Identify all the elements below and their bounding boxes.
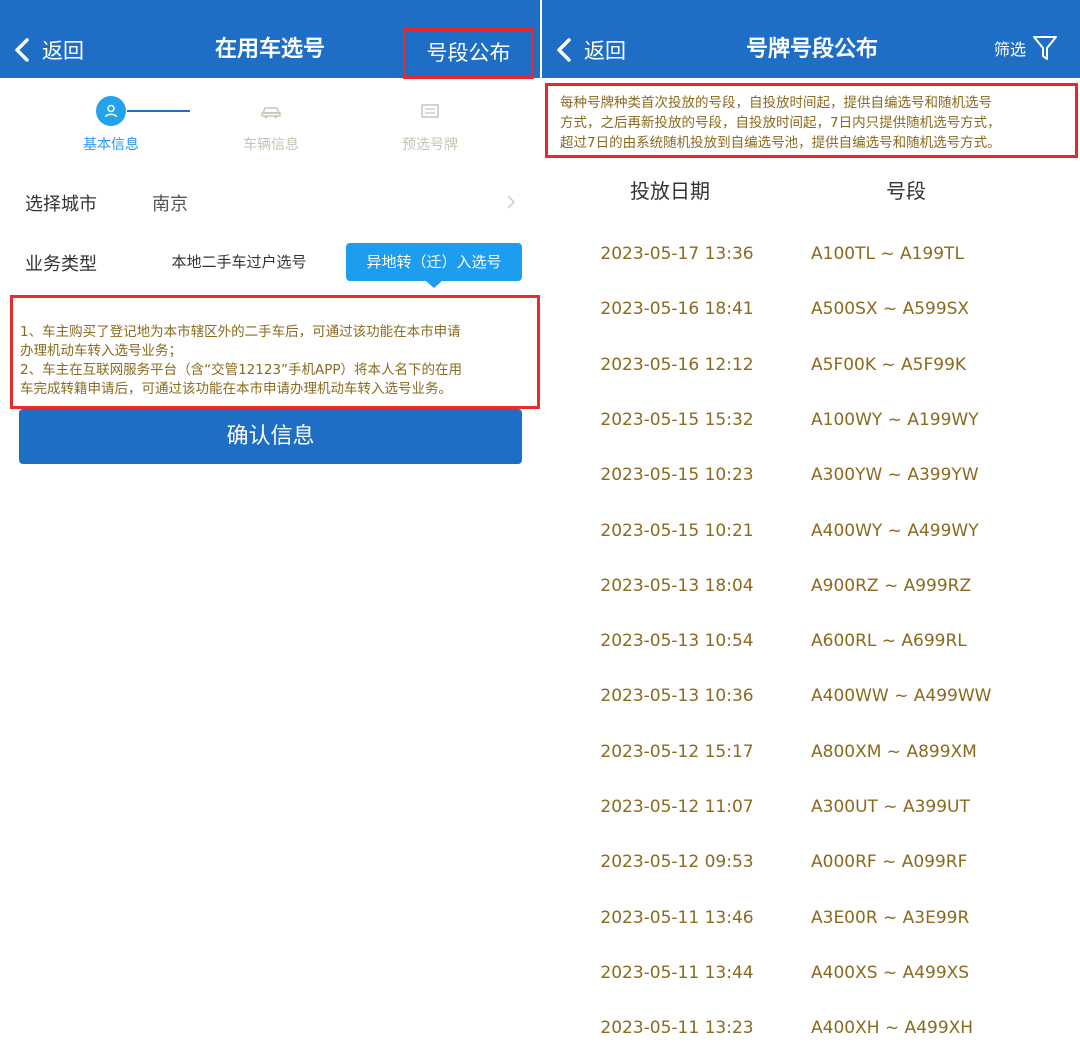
table-row: 2023-05-13 10:36 A400WW ~ A499WW bbox=[542, 668, 1080, 723]
release-date: 2023-05-12 09:53 bbox=[600, 852, 754, 873]
filter-label: 筛选 bbox=[993, 40, 1026, 59]
plate-segment: A800XM ~ A899XM bbox=[811, 741, 977, 762]
table-row: 2023-05-16 18:41 A500SX ~ A599SX bbox=[542, 281, 1080, 336]
release-date: 2023-05-11 13:23 bbox=[600, 1018, 754, 1039]
table-row: 2023-05-15 15:32 A100WY ~ A199WY bbox=[542, 392, 1080, 447]
plate-icon bbox=[415, 96, 445, 126]
user-icon bbox=[96, 96, 126, 126]
step-basic-info: 基本信息 bbox=[51, 90, 171, 154]
release-date: 2023-05-15 15:32 bbox=[600, 409, 754, 430]
car-icon bbox=[256, 96, 286, 126]
out-of-town-transfer-option[interactable]: 异地转（迁）入选号 bbox=[346, 243, 522, 288]
plate-segment: A600RL ~ A699RL bbox=[811, 631, 967, 652]
table-row: 2023-05-12 09:53 A000RF ~ A099RF bbox=[542, 834, 1080, 889]
plate-segment: A400XS ~ A499XS bbox=[811, 962, 970, 983]
table-row: 2023-05-17 13:36 A100TL ~ A199TL bbox=[542, 226, 1080, 281]
column-header-segment: 号段 bbox=[886, 179, 926, 203]
table-row: 2023-05-12 15:17 A800XM ~ A899XM bbox=[542, 724, 1080, 779]
plate-segment: A100TL ~ A199TL bbox=[811, 244, 964, 264]
vehicle-select-screen: 返回 在用车选号 号段公布 基本信息 车辆信息 预选号牌 选择城市 南京 业务类… bbox=[0, 0, 540, 1050]
note-line: 车完成转籍申请后，可通过该功能在本市申请办理机动车转入选号业务。 bbox=[20, 381, 452, 397]
table-row: 2023-05-12 11:07 A300UT ~ A399UT bbox=[542, 779, 1080, 834]
table-row: 2023-05-13 10:54 A600RL ~ A699RL bbox=[542, 613, 1080, 668]
plate-segment: A400XH ~ A499XH bbox=[811, 1018, 974, 1039]
release-date: 2023-05-15 10:21 bbox=[600, 520, 754, 541]
plate-segment: A3E00R ~ A3E99R bbox=[811, 907, 970, 928]
page-title: 号牌号段公布 bbox=[745, 37, 878, 62]
progress-steps: 基本信息 车辆信息 预选号牌 bbox=[0, 90, 540, 160]
table-row: 2023-05-15 10:21 A400WY ~ A499WY bbox=[542, 503, 1080, 558]
note-line: 2、车主在互联网服务平台（含“交管12123”手机APP）将本人名下的在用 bbox=[20, 362, 463, 378]
step-plate-preselect: 预选号牌 bbox=[370, 90, 490, 154]
release-date: 2023-05-15 10:23 bbox=[600, 465, 754, 486]
plate-segment: A5F00K ~ A5F99K bbox=[811, 354, 967, 375]
chevron-right-icon bbox=[507, 195, 516, 209]
chevron-left-icon bbox=[557, 38, 571, 62]
table-row: 2023-05-11 13:44 A400XS ~ A499XS bbox=[542, 945, 1080, 1000]
local-transfer-option[interactable]: 本地二手车过户选号 bbox=[152, 243, 326, 281]
filter-icon bbox=[1033, 36, 1057, 60]
navbar: 返回 号牌号段公布 筛选 bbox=[542, 0, 1080, 78]
release-date: 2023-05-16 18:41 bbox=[600, 299, 754, 320]
release-date: 2023-05-13 10:54 bbox=[600, 631, 754, 652]
release-date: 2023-05-17 13:36 bbox=[600, 244, 754, 264]
release-date: 2023-05-11 13:46 bbox=[600, 907, 754, 928]
plate-segment: A300UT ~ A399UT bbox=[811, 797, 970, 817]
step-vehicle-info: 车辆信息 bbox=[211, 90, 331, 154]
step-label: 预选号牌 bbox=[402, 137, 458, 153]
chevron-left-icon bbox=[15, 38, 29, 62]
plate-segment: A100WY ~ A199WY bbox=[811, 409, 979, 430]
release-date: 2023-05-11 13:44 bbox=[600, 962, 754, 983]
table-row: 2023-05-13 18:04 A900RZ ~ A999RZ bbox=[542, 558, 1080, 613]
note-line: 1、车主购买了登记地为本市辖区外的二手车后，可通过该功能在本市申请 bbox=[20, 324, 461, 340]
business-type-label: 业务类型 bbox=[25, 254, 97, 275]
city-label: 选择城市 bbox=[25, 194, 97, 215]
plate-segments-screen: 返回 号牌号段公布 筛选 每种号牌种类首次投放的号段，自投放时间起，提供自编选号… bbox=[542, 0, 1080, 1050]
confirm-button[interactable]: 确认信息 bbox=[19, 409, 522, 464]
release-date: 2023-05-12 15:17 bbox=[600, 741, 754, 762]
release-date: 2023-05-12 11:07 bbox=[600, 797, 754, 817]
plate-segment: A500SX ~ A599SX bbox=[811, 299, 970, 320]
rule-line: 超过7日的由系统随机投放到自编选号池，提供自编选号和随机选号方式。 bbox=[560, 135, 1001, 151]
plate-segment: A900RZ ~ A999RZ bbox=[811, 575, 972, 596]
page-title: 在用车选号 bbox=[214, 37, 325, 62]
step-label: 基本信息 bbox=[83, 137, 139, 153]
step-label: 车辆信息 bbox=[243, 137, 299, 153]
release-date: 2023-05-13 18:04 bbox=[600, 575, 754, 596]
business-type-row: 业务类型 本地二手车过户选号 异地转（迁）入选号 bbox=[0, 243, 540, 288]
step-connector bbox=[127, 110, 190, 112]
table-row: 2023-05-11 13:46 A3E00R ~ A3E99R bbox=[542, 890, 1080, 945]
column-header-date: 投放日期 bbox=[630, 179, 710, 203]
back-button[interactable]: 返回 bbox=[554, 30, 626, 70]
rule-line: 每种号牌种类首次投放的号段，自投放时间起，提供自编选号和随机选号 bbox=[560, 95, 992, 111]
navbar: 返回 在用车选号 号段公布 bbox=[0, 0, 540, 79]
back-label: 返回 bbox=[584, 39, 626, 63]
city-selector[interactable]: 选择城市 南京 bbox=[0, 190, 540, 224]
filter-button[interactable]: 筛选 bbox=[994, 34, 1058, 62]
back-button[interactable]: 返回 bbox=[12, 30, 84, 70]
release-date: 2023-05-13 10:36 bbox=[600, 686, 754, 707]
rule-line: 方式，之后再新投放的号段，自投放时间起，7日内只提供随机选号方式， bbox=[560, 115, 1001, 131]
back-label: 返回 bbox=[42, 39, 84, 63]
plate-segment: A400WW ~ A499WW bbox=[811, 686, 992, 707]
plate-segment: A000RF ~ A099RF bbox=[811, 852, 968, 873]
note-line: 办理机动车转入选号业务； bbox=[20, 343, 182, 359]
table-row: 2023-05-16 12:12 A5F00K ~ A5F99K bbox=[542, 337, 1080, 392]
business-notes: 1、车主购买了登记地为本市辖区外的二手车后，可通过该功能在本市申请 办理机动车转… bbox=[10, 295, 540, 409]
plate-segment: A300YW ~ A399YW bbox=[811, 465, 979, 486]
release-date: 2023-05-16 12:12 bbox=[600, 354, 754, 375]
plate-segment: A400WY ~ A499WY bbox=[811, 520, 979, 541]
table-row: 2023-05-15 10:23 A300YW ~ A399YW bbox=[542, 447, 1080, 502]
city-value: 南京 bbox=[152, 194, 188, 215]
release-rules: 每种号牌种类首次投放的号段，自投放时间起，提供自编选号和随机选号 方式，之后再新… bbox=[545, 83, 1078, 158]
table-row: 2023-05-11 13:23 A400XH ~ A499XH bbox=[542, 1000, 1080, 1050]
publish-segments-link[interactable]: 号段公布 bbox=[403, 28, 534, 79]
